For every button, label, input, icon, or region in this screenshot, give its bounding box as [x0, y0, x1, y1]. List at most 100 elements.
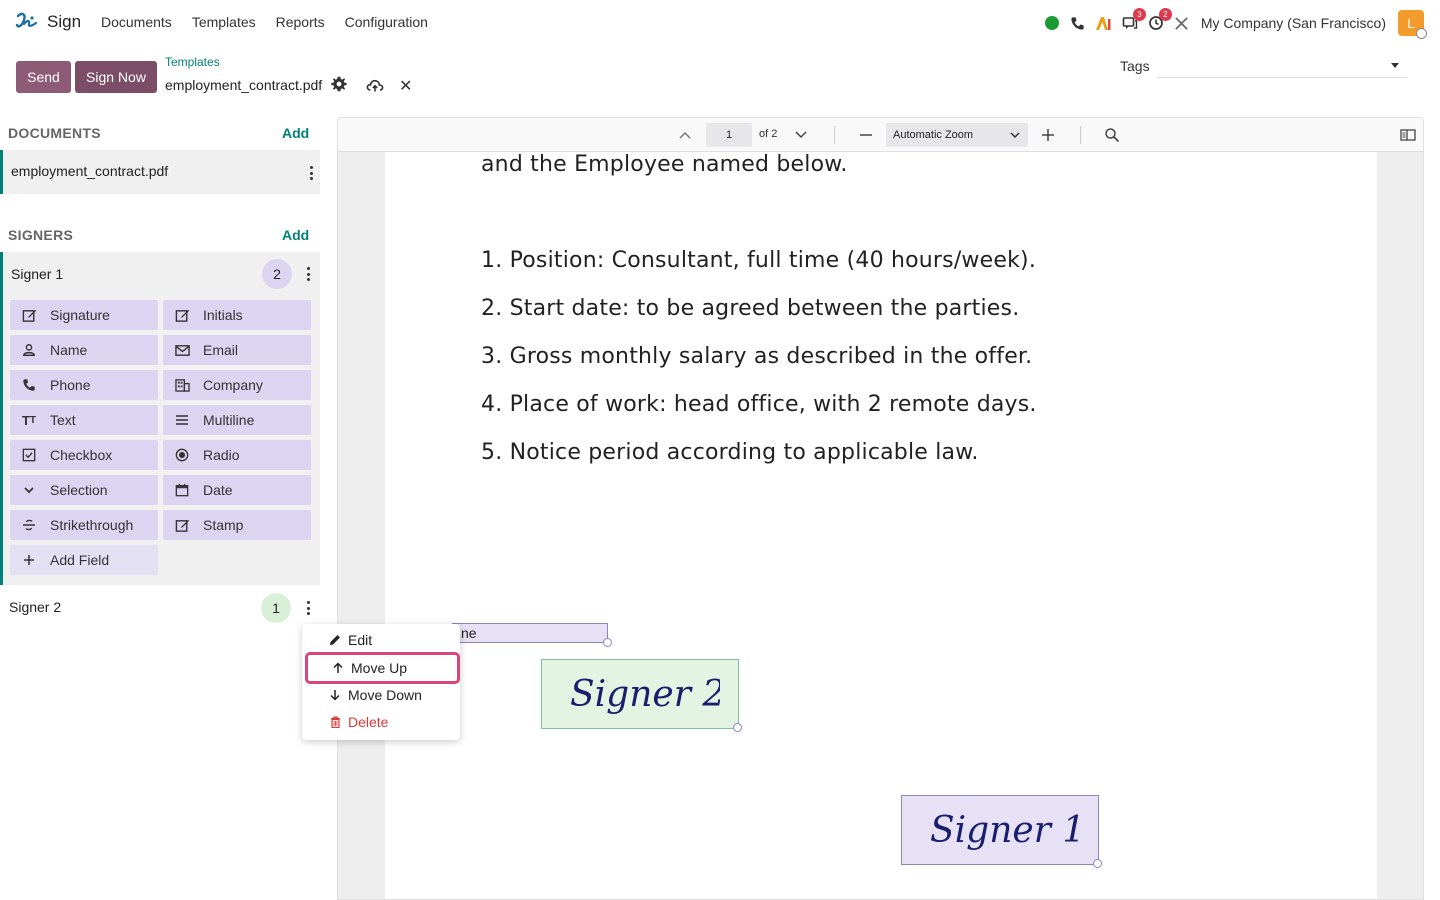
- svg-text:Signer 2: Signer 2: [570, 674, 720, 715]
- field-initials[interactable]: Initials: [163, 300, 311, 330]
- menu-item-edit[interactable]: Edit: [302, 628, 460, 652]
- edit-square-icon: [174, 517, 190, 533]
- zoom-out-icon[interactable]: [858, 127, 874, 143]
- name-field-item[interactable]: ne: [452, 623, 608, 643]
- signer-1-menu-icon[interactable]: [306, 267, 310, 281]
- field-selection[interactable]: Selection: [10, 475, 158, 505]
- page-number-input[interactable]: 1: [706, 123, 752, 147]
- presence-status-icon[interactable]: [1043, 14, 1061, 32]
- documents-section-title: DOCUMENTS: [8, 125, 101, 141]
- tools-icon[interactable]: [1173, 14, 1191, 32]
- field-checkbox[interactable]: Checkbox: [10, 440, 158, 470]
- phone-icon: [21, 377, 37, 393]
- add-field-button[interactable]: Add Field: [10, 545, 158, 575]
- arrow-up-icon: [332, 662, 344, 674]
- phone-icon[interactable]: [1069, 14, 1087, 32]
- sign-app-logo-icon[interactable]: [14, 10, 38, 34]
- zoom-select-value: Automatic Zoom: [893, 129, 974, 141]
- gear-icon[interactable]: [331, 76, 347, 92]
- document-line: and the Employee named below.: [481, 152, 848, 177]
- field-strikethrough[interactable]: Strikethrough: [10, 510, 158, 540]
- previous-page-icon[interactable]: [677, 127, 693, 143]
- signers-section-title: SIGNERS: [8, 227, 74, 243]
- arrow-down-icon: [329, 689, 341, 701]
- menu-templates[interactable]: Templates: [192, 14, 256, 30]
- signer-1-panel: Signer 1 2 Signature Initials Name Email…: [0, 252, 320, 585]
- ai-icon[interactable]: [1095, 14, 1113, 32]
- resize-handle[interactable]: [1093, 859, 1102, 868]
- plus-icon: [21, 552, 37, 568]
- lines-icon: [174, 412, 190, 428]
- next-page-icon[interactable]: [793, 127, 809, 143]
- chevron-down-icon: [1010, 132, 1020, 139]
- sign-sidebar: DOCUMENTS Add employment_contract.pdf SI…: [0, 112, 336, 900]
- breadcrumb-templates[interactable]: Templates: [165, 55, 220, 69]
- building-icon: [174, 377, 190, 393]
- pdf-toolbar: 1 of 2 Automatic Zoom: [338, 118, 1423, 152]
- field-radio[interactable]: Radio: [163, 440, 311, 470]
- field-phone[interactable]: Phone: [10, 370, 158, 400]
- document-line: 5. Notice period according to applicable…: [481, 440, 979, 465]
- field-company[interactable]: Company: [163, 370, 311, 400]
- radio-icon: [174, 447, 190, 463]
- signature-script-signer-1: Signer 1: [930, 810, 1080, 851]
- edit-square-icon: [174, 307, 190, 323]
- page-count: of 2: [759, 128, 778, 140]
- document-line: 4. Place of work: head office, with 2 re…: [481, 392, 1037, 417]
- document-menu-icon[interactable]: [309, 166, 313, 180]
- field-email[interactable]: Email: [163, 335, 311, 365]
- cloud-upload-icon[interactable]: [366, 77, 384, 93]
- signer-2-menu-icon[interactable]: [306, 601, 310, 615]
- sign-now-button[interactable]: Sign Now: [75, 61, 157, 93]
- menu-reports[interactable]: Reports: [276, 14, 325, 30]
- pdf-viewer: 1 of 2 Automatic Zoom and the Employee n…: [337, 117, 1424, 900]
- toolbar-separator: [1080, 126, 1081, 144]
- activity-clock-icon[interactable]: 2: [1147, 8, 1172, 32]
- add-signer-button[interactable]: Add: [282, 227, 309, 243]
- document-item[interactable]: employment_contract.pdf: [0, 150, 320, 194]
- chat-count-badge: 3: [1132, 8, 1146, 21]
- field-stamp[interactable]: Stamp: [163, 510, 311, 540]
- activity-count-badge: 2: [1158, 8, 1172, 21]
- chat-icon[interactable]: 3: [1121, 8, 1146, 32]
- trash-icon: [329, 716, 341, 728]
- edit-square-icon: [21, 307, 37, 323]
- zoom-select[interactable]: Automatic Zoom: [886, 123, 1028, 147]
- resize-handle[interactable]: [603, 638, 612, 647]
- tags-label: Tags: [1120, 58, 1150, 74]
- envelope-icon: [174, 342, 190, 358]
- menu-item-move-down[interactable]: Move Down: [302, 683, 460, 707]
- chevron-down-icon: [1391, 63, 1399, 68]
- menu-item-move-up[interactable]: Move Up: [305, 652, 460, 684]
- search-icon[interactable]: [1104, 127, 1120, 143]
- menu-configuration[interactable]: Configuration: [345, 14, 428, 30]
- main-menu: Documents Templates Reports Configuratio…: [101, 14, 448, 30]
- resize-handle[interactable]: [733, 723, 742, 732]
- field-date[interactable]: Date: [163, 475, 311, 505]
- systray: 3 2 My Company (San Francisco) L: [1035, 8, 1427, 39]
- field-multiline[interactable]: Multiline: [163, 405, 311, 435]
- signer-2-dropdown-menu: Edit Move Up Move Down Delete: [302, 624, 460, 740]
- signer-2-name[interactable]: Signer 2: [9, 599, 61, 615]
- zoom-in-icon[interactable]: [1040, 127, 1056, 143]
- menu-item-delete[interactable]: Delete: [302, 710, 460, 734]
- signature-field-signer-2[interactable]: Signer 2: [541, 659, 739, 729]
- signer-1-name[interactable]: Signer 1: [11, 266, 63, 282]
- discard-close-icon[interactable]: ✕: [399, 76, 412, 96]
- signer-1-field-count: 2: [262, 259, 292, 289]
- signature-field-signer-1[interactable]: Signer 1: [901, 795, 1099, 865]
- company-switcher[interactable]: My Company (San Francisco): [1201, 15, 1386, 31]
- app-name[interactable]: Sign: [47, 12, 81, 32]
- field-text[interactable]: TT Text: [10, 405, 158, 435]
- send-button[interactable]: Send: [16, 61, 71, 93]
- sidebar-toggle-icon[interactable]: [1400, 127, 1416, 143]
- tags-input[interactable]: [1157, 56, 1407, 78]
- field-name[interactable]: Name: [10, 335, 158, 365]
- add-document-button[interactable]: Add: [282, 125, 309, 141]
- menu-documents[interactable]: Documents: [101, 14, 172, 30]
- current-document-title: employment_contract.pdf: [165, 77, 323, 93]
- document-line: 2. Start date: to be agreed between the …: [481, 296, 1020, 321]
- document-item-label: employment_contract.pdf: [11, 163, 169, 179]
- user-avatar[interactable]: L: [1398, 10, 1427, 39]
- field-signature[interactable]: Signature: [10, 300, 158, 330]
